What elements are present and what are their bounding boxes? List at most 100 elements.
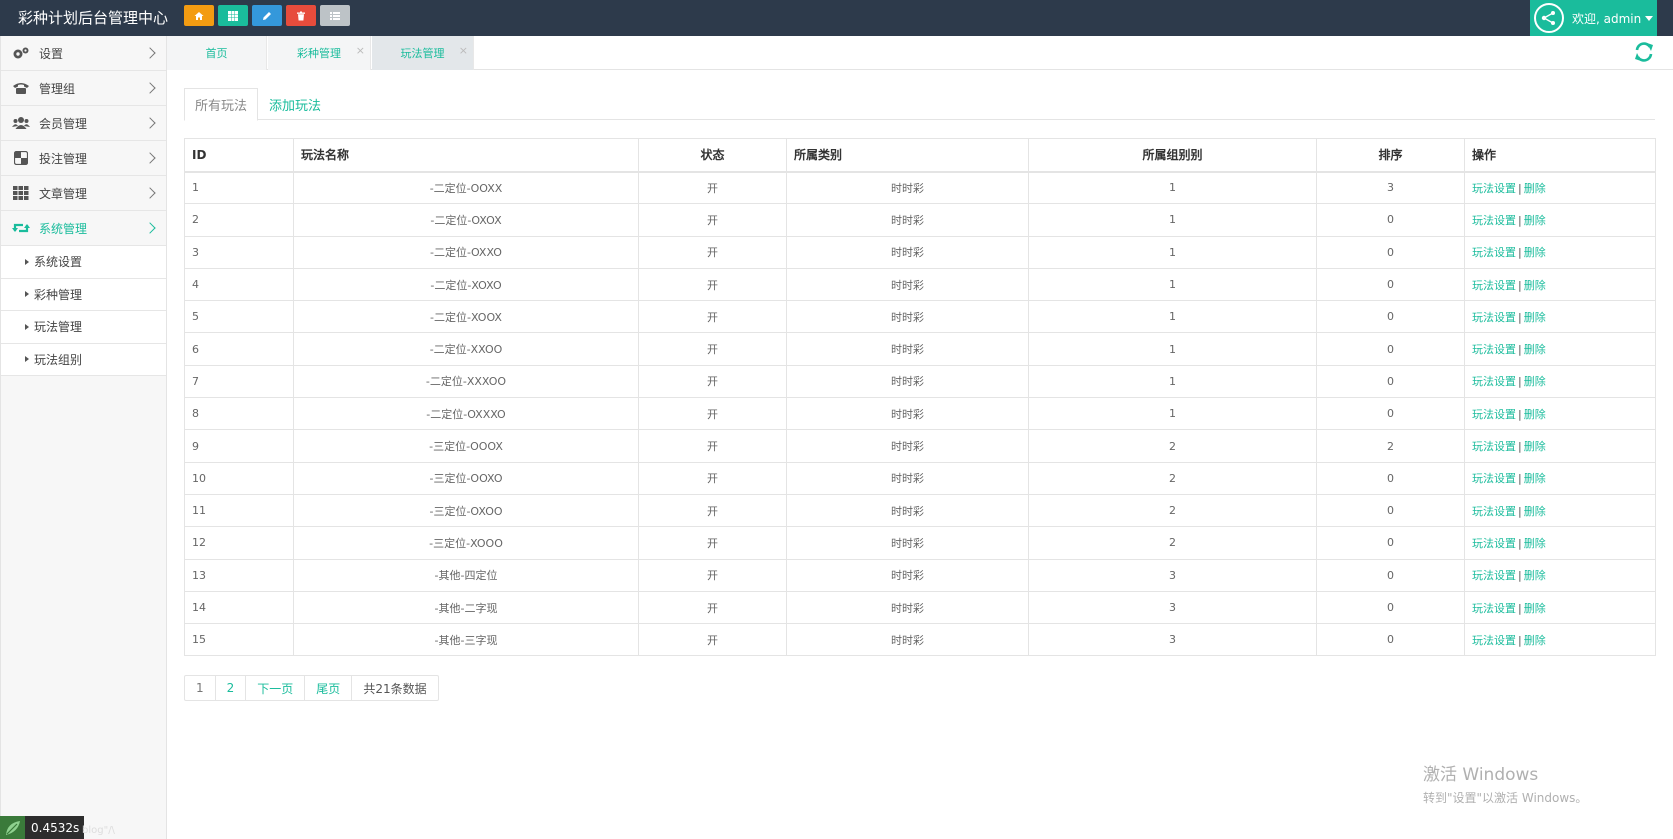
delete-link[interactable]: 删除 (1524, 246, 1546, 259)
page-1[interactable]: 1 (185, 676, 216, 700)
gears-icon (12, 45, 30, 61)
play-settings-link[interactable]: 玩法设置 (1472, 440, 1516, 453)
cell-status: 开 (638, 429, 787, 463)
cell-group: 1 (1028, 203, 1317, 237)
tab-label: 彩种管理 (297, 47, 341, 60)
cell-name: -二定位-OXXO (293, 235, 639, 269)
delete-link[interactable]: 删除 (1524, 375, 1546, 388)
table-header-row: ID 玩法名称 状态 所属类别 所属组别别 排序 操作 (184, 138, 1656, 173)
cell-sort: 0 (1316, 461, 1465, 495)
col-header-sort: 排序 (1316, 138, 1465, 173)
tab-lottery-manage[interactable]: 彩种管理 × (268, 36, 371, 70)
delete-link[interactable]: 删除 (1524, 537, 1546, 550)
submenu-item-play-manage[interactable]: 玩法管理 (1, 311, 166, 344)
action-separator: | (1518, 472, 1522, 486)
tab-label: 首页 (205, 47, 228, 60)
table-row: 10 -三定位-OOXO 开时时彩 2 0 玩法设置 | 删除 (184, 461, 1656, 495)
cell-category: 时时彩 (786, 623, 1029, 657)
subtab-add-play[interactable]: 添加玩法 (269, 88, 321, 121)
submenu-item-system-settings[interactable]: 系统设置 (1, 246, 166, 279)
cell-actions: 玩法设置 | 删除 (1464, 623, 1656, 657)
cell-id: 3 (184, 235, 294, 269)
delete-link[interactable]: 删除 (1524, 569, 1546, 582)
play-settings-link[interactable]: 玩法设置 (1472, 634, 1516, 647)
sidebar-item-articles[interactable]: 文章管理 (1, 176, 166, 211)
delete-link[interactable]: 删除 (1524, 214, 1546, 227)
delete-link[interactable]: 删除 (1524, 311, 1546, 324)
delete-link[interactable]: 删除 (1524, 634, 1546, 647)
cell-actions: 玩法设置 | 删除 (1464, 364, 1656, 399)
retweet-icon (12, 220, 30, 236)
play-settings-link[interactable]: 玩法设置 (1472, 375, 1516, 388)
sidebar: 设置 管理组 会员管理 投注管理 文章管理 系统管理 系统设置 彩种管理 玩法管… (0, 36, 167, 839)
play-settings-link[interactable]: 玩法设置 (1472, 279, 1516, 292)
table-row: 14 -其他-二字现开时时彩 3 0 玩法设置 | 删除 (184, 590, 1656, 625)
cell-group: 1 (1028, 332, 1317, 366)
play-settings-link[interactable]: 玩法设置 (1472, 343, 1516, 356)
action-separator: | (1518, 278, 1522, 292)
cell-category: 时时彩 (786, 493, 1029, 528)
cell-status: 开 (638, 397, 787, 431)
trash-button[interactable] (286, 5, 316, 26)
load-time-text: 0.4532s (31, 820, 80, 835)
close-icon[interactable]: × (459, 44, 468, 57)
action-separator: | (1518, 375, 1522, 389)
grid-button[interactable] (218, 5, 248, 26)
delete-link[interactable]: 删除 (1524, 343, 1546, 356)
play-settings-link[interactable]: 玩法设置 (1472, 472, 1516, 485)
cell-sort: 0 (1316, 397, 1465, 431)
close-icon[interactable]: × (356, 44, 365, 57)
delete-link[interactable]: 删除 (1524, 182, 1546, 195)
list-button[interactable] (320, 5, 350, 26)
trash-icon (297, 11, 305, 20)
cell-sort: 0 (1316, 267, 1465, 302)
cell-category: 时时彩 (786, 267, 1029, 302)
delete-link[interactable]: 删除 (1524, 505, 1546, 518)
play-settings-link[interactable]: 玩法设置 (1472, 537, 1516, 550)
tab-label: 玩法管理 (400, 47, 445, 60)
user-menu[interactable]: 欢迎, admin (1530, 0, 1657, 36)
cell-name: -其他-三字现 (293, 623, 639, 657)
next-page[interactable]: 下一页 (246, 676, 306, 700)
sidebar-item-admin-group[interactable]: 管理组 (1, 71, 166, 106)
sidebar-item-settings[interactable]: 设置 (1, 36, 166, 71)
delete-link[interactable]: 删除 (1524, 279, 1546, 292)
play-settings-link[interactable]: 玩法设置 (1472, 214, 1516, 227)
delete-link[interactable]: 删除 (1524, 602, 1546, 615)
action-separator: | (1518, 310, 1522, 324)
submenu-item-lottery-manage[interactable]: 彩种管理 (1, 279, 166, 311)
table-row: 12 -三定位-XOOO 开时时彩 2 0 玩法设置 | 删除 (184, 526, 1656, 560)
play-settings-link[interactable]: 玩法设置 (1472, 182, 1516, 195)
sidebar-item-system[interactable]: 系统管理 (1, 211, 166, 246)
table-row: 1 -二定位-OOXX 开时时彩 1 3 玩法设置 | 删除 (184, 170, 1656, 205)
page-2[interactable]: 2 (216, 676, 247, 700)
play-settings-link[interactable]: 玩法设置 (1472, 408, 1516, 421)
tab-play-manage[interactable]: 玩法管理 × (372, 36, 474, 70)
cell-actions: 玩法设置 | 删除 (1464, 235, 1656, 269)
play-settings-link[interactable]: 玩法设置 (1472, 311, 1516, 324)
cell-id: 1 (184, 170, 294, 205)
delete-link[interactable]: 删除 (1524, 440, 1546, 453)
tab-home[interactable]: 首页 (167, 36, 267, 70)
play-settings-link[interactable]: 玩法设置 (1472, 569, 1516, 582)
edit-button[interactable] (252, 5, 282, 26)
play-settings-link[interactable]: 玩法设置 (1472, 505, 1516, 518)
home-button[interactable] (184, 5, 214, 26)
sidebar-item-members[interactable]: 会员管理 (1, 106, 166, 141)
cell-sort: 0 (1316, 300, 1465, 334)
delete-link[interactable]: 删除 (1524, 472, 1546, 485)
last-page[interactable]: 尾页 (305, 676, 353, 700)
sidebar-item-bets[interactable]: 投注管理 (1, 141, 166, 176)
play-settings-link[interactable]: 玩法设置 (1472, 246, 1516, 259)
list-icon (330, 11, 340, 20)
delete-link[interactable]: 删除 (1524, 408, 1546, 421)
refresh-icon[interactable] (1633, 41, 1655, 63)
cell-status: 开 (638, 558, 787, 592)
cell-name: -三定位-XOOO (293, 526, 639, 560)
submenu-item-play-group[interactable]: 玩法组别 (1, 344, 166, 376)
subtab-all-plays[interactable]: 所有玩法 (184, 88, 259, 121)
table-row: 4 -二定位-XOXO 开时时彩 1 0 玩法设置 | 删除 (184, 267, 1656, 302)
play-settings-link[interactable]: 玩法设置 (1472, 602, 1516, 615)
phone-icon (12, 80, 30, 96)
cell-group: 1 (1028, 235, 1317, 269)
